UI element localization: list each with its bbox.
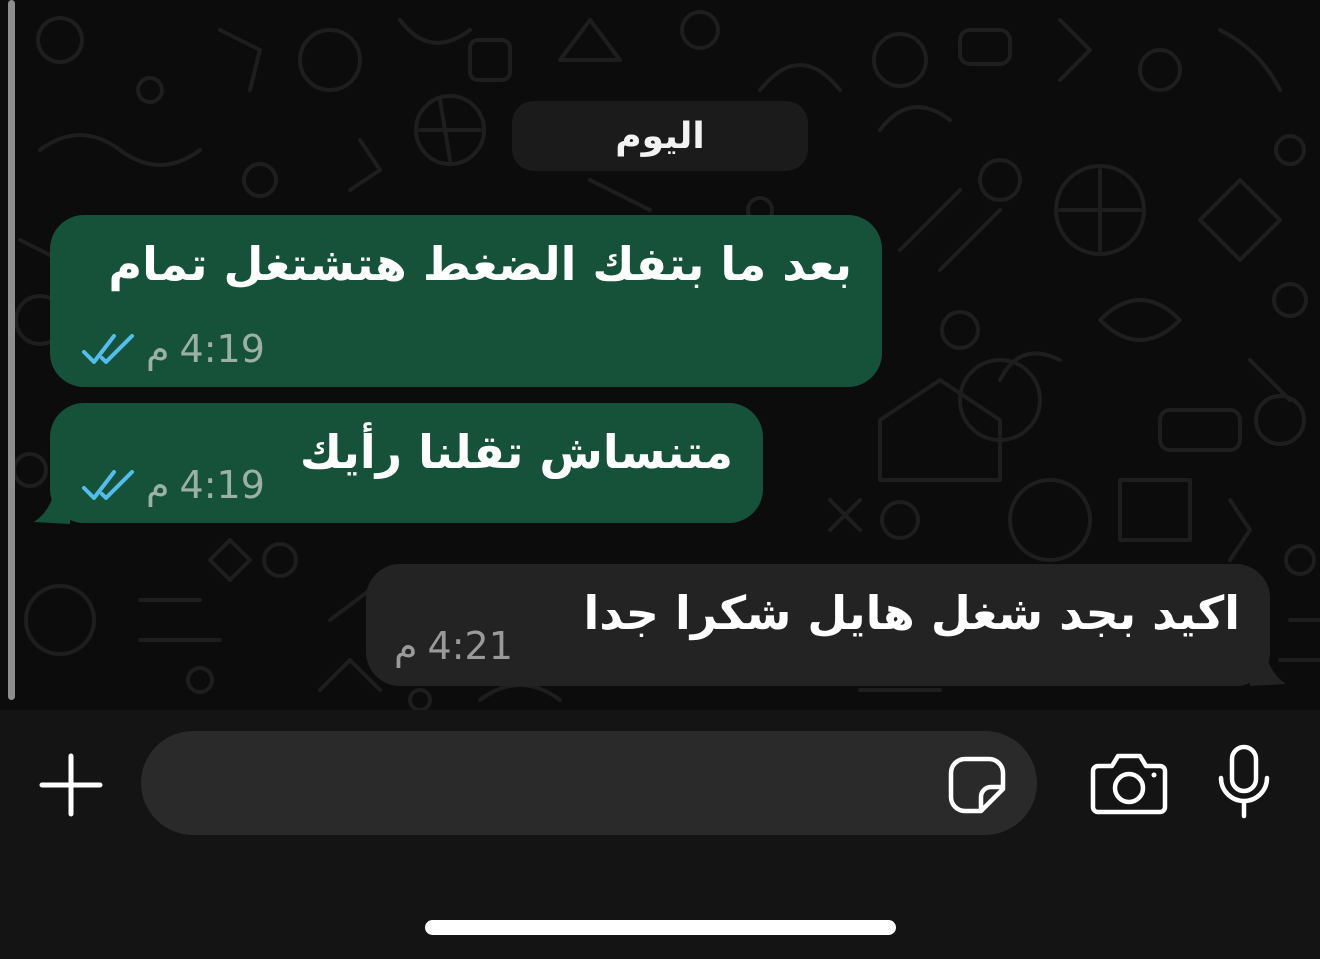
message-meta: م 4:21 (394, 624, 513, 668)
message-meta: م 4:19 (82, 327, 265, 371)
message-time: 4:21 (427, 624, 513, 668)
message-text: متنساش تقلنا رأيك (299, 425, 733, 479)
message-input[interactable] (171, 731, 935, 837)
message-bubble[interactable]: اكيد بجد شغل هايل شكرا جدا م 4:21 (366, 564, 1270, 686)
double-check-icon (82, 334, 134, 364)
message-meta: م 4:19 (82, 463, 265, 507)
microphone-icon (1218, 744, 1270, 819)
message-bubble[interactable]: متنساش تقلنا رأيك م 4:19 (50, 403, 763, 523)
double-check-icon (82, 470, 134, 500)
home-indicator[interactable] (425, 920, 896, 935)
message-period: م (394, 624, 418, 668)
sticker-button[interactable] (947, 755, 1007, 815)
message-period: م (146, 327, 170, 371)
message-text: بعد ما بتفك الضغط هتشتغل تمام (108, 237, 852, 291)
add-attachment-button[interactable] (38, 752, 104, 818)
message-text: اكيد بجد شغل هايل شكرا جدا (583, 586, 1240, 640)
message-time: 4:19 (179, 327, 265, 371)
message-input-field[interactable] (141, 731, 1037, 837)
date-separator-label: اليوم (615, 115, 705, 157)
sticker-icon (948, 756, 1006, 814)
message-period: م (146, 463, 170, 507)
plus-icon (39, 753, 103, 817)
camera-icon (1090, 753, 1168, 815)
date-separator: اليوم (512, 101, 808, 171)
scroll-indicator[interactable] (8, 0, 15, 700)
microphone-button[interactable] (1216, 744, 1272, 820)
chat-area[interactable]: اليوم بعد ما بتفك الضغط هتشتغل تمام م 4:… (0, 0, 1320, 710)
camera-button[interactable] (1090, 750, 1168, 816)
message-time: 4:19 (179, 463, 265, 507)
message-bubble[interactable]: بعد ما بتفك الضغط هتشتغل تمام م 4:19 (50, 215, 882, 387)
